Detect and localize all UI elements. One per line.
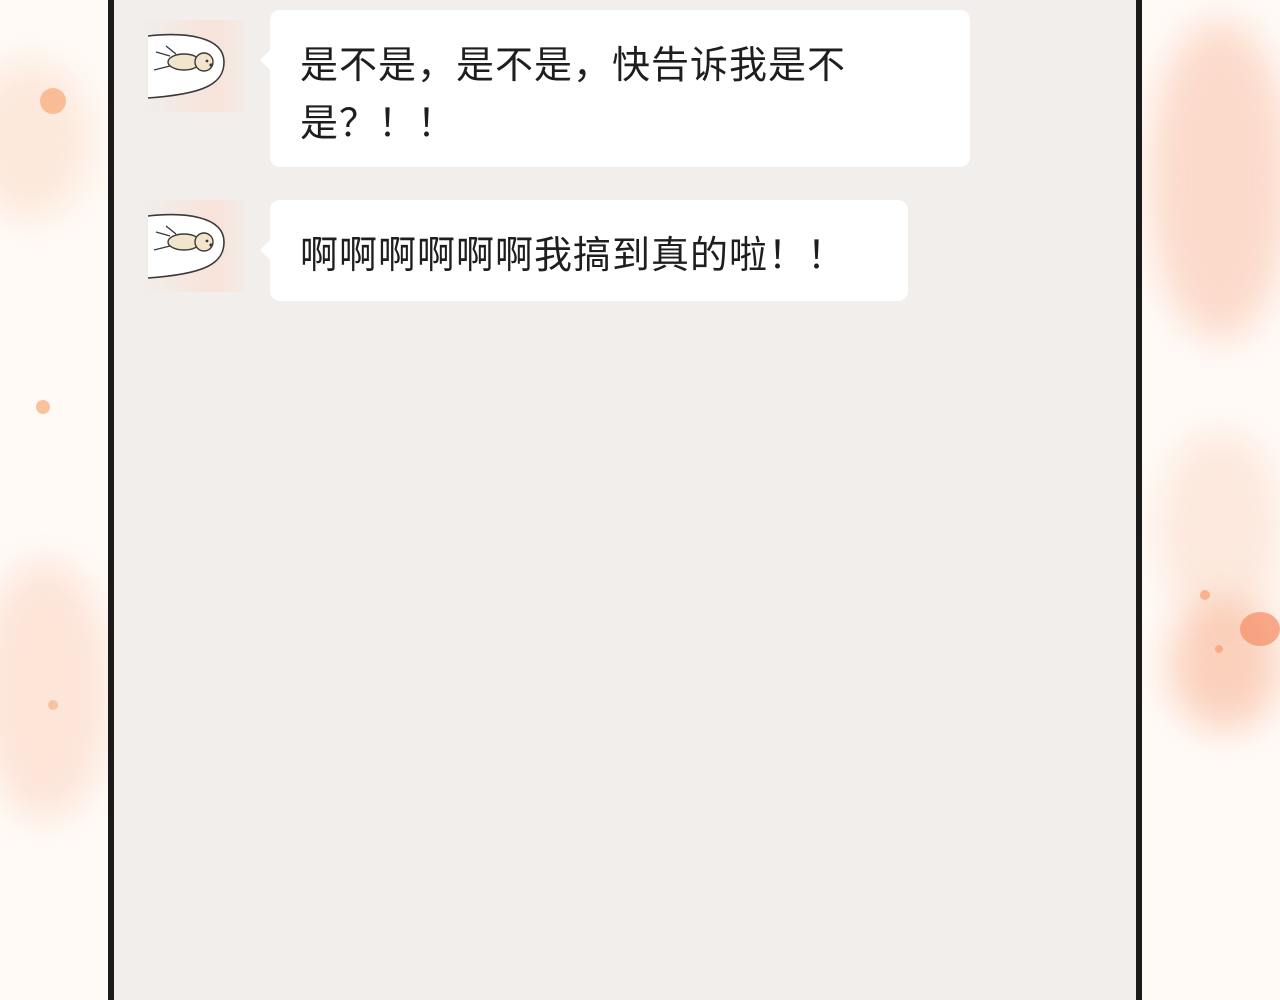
paint-dot bbox=[1215, 645, 1223, 653]
paint-dot bbox=[48, 700, 58, 710]
paint-dot bbox=[1240, 612, 1280, 646]
watercolor-splash bbox=[0, 560, 110, 820]
paint-dot bbox=[40, 88, 66, 114]
message-bubble[interactable]: 是不是，是不是，快告诉我是不 是？！！ bbox=[260, 10, 970, 167]
watercolor-splash bbox=[0, 60, 90, 220]
watercolor-splash bbox=[1150, 20, 1280, 340]
comic-panel: 是不是，是不是，快告诉我是不 是？！！ 啊啊啊啊啊啊我搞到真的啦！！ bbox=[0, 0, 1280, 1000]
chat-window: 是不是，是不是，快告诉我是不 是？！！ 啊啊啊啊啊啊我搞到真的啦！！ bbox=[108, 0, 1142, 1000]
avatar[interactable] bbox=[144, 200, 244, 292]
avatar[interactable] bbox=[144, 20, 244, 112]
flying-dog-icon bbox=[147, 213, 225, 279]
chat-message: 是不是，是不是，快告诉我是不 是？！！ bbox=[114, 10, 1136, 170]
message-bubble[interactable]: 啊啊啊啊啊啊我搞到真的啦！！ bbox=[260, 200, 908, 301]
paint-dot bbox=[36, 400, 50, 414]
chat-message: 啊啊啊啊啊啊我搞到真的啦！！ bbox=[114, 200, 1136, 310]
paint-dot bbox=[1200, 590, 1210, 600]
flying-dog-icon bbox=[147, 33, 225, 99]
